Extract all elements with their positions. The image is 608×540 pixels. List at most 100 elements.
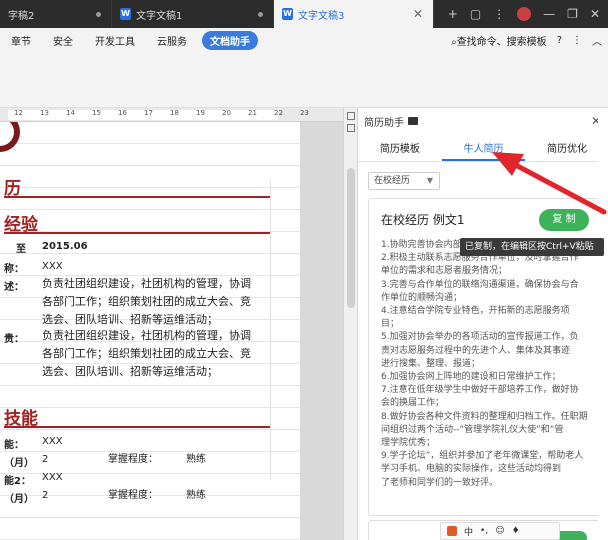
example-line: 3.完善与合作单位的联络沟通渠道，确保协会与合 [381, 279, 579, 290]
example-line: 7.注意在低年级学生中做好干部培养工作，做好协 [381, 385, 579, 396]
window-controls: + ▢ ⋮ — ❐ ✕ [448, 0, 608, 28]
skill-value: XXX [42, 436, 63, 447]
table-divider [270, 180, 271, 480]
ruler-tick: 17 [144, 109, 153, 117]
search-command-label: 查找命令、搜索模板 [456, 36, 547, 48]
category-select[interactable]: 在校经历 ▼ [368, 172, 440, 190]
duty-line: 各部门工作；组织策划社团的成立大会、竞 [42, 347, 251, 360]
new-tab-icon[interactable]: + [448, 7, 458, 21]
more-options-icon[interactable]: ⋮ [572, 35, 582, 46]
input-method-icon[interactable] [447, 526, 457, 536]
example-line: 8.做好协会各种文件资料的整理和归档工作。任职期 [381, 411, 588, 422]
collapse-ribbon-icon[interactable]: ︿ [592, 33, 602, 48]
duration-value: 2 [42, 490, 49, 501]
scroll-top-icon[interactable] [347, 112, 355, 120]
example-line: 9.学子论坛”，组织并参加了老年微课堂，帮助老人 [381, 451, 584, 462]
ruler-tick: 19 [196, 109, 205, 117]
scroll-page-icon[interactable] [347, 124, 355, 132]
scrollbar-thumb[interactable] [347, 168, 355, 308]
degree-value: 熟练 [186, 454, 206, 465]
ruler-tick: 12 [14, 109, 23, 117]
tab-title: 文字文稿1 [136, 10, 183, 22]
ruler-tick: 20 [222, 109, 231, 117]
unsaved-dot-icon [96, 12, 101, 17]
chinese-mode-icon[interactable]: 中 [464, 525, 473, 538]
panel-title: 简历助手 [364, 117, 404, 129]
description-line: 各部门工作；组织策划社团的成立大会、竞 [42, 295, 251, 308]
search-command[interactable]: ⌕查找命令、搜索模板 [451, 33, 547, 48]
description-line: 选会、团队培训、招新等运维活动； [42, 313, 218, 326]
tab-document-1[interactable]: W 文字文稿1 [112, 0, 274, 28]
section-rule [4, 232, 270, 234]
unsaved-dot-icon [258, 12, 263, 17]
tab-document-2[interactable]: 字稿2 [0, 0, 112, 28]
panel-tabs: 简历模板 牛人简历 简历优化 [358, 138, 608, 162]
restore-icon[interactable]: ❐ [567, 7, 578, 21]
tab-resume-templates[interactable]: 简历模板 [358, 138, 442, 161]
tab-document-3[interactable]: W 文字文稿3 ✕ [274, 0, 434, 28]
example-line: 学习手机、电脑的实际操作，这些活动均得到 [381, 464, 562, 475]
document-page[interactable]: 历 经验 至 2015.06 称： XXX 述： 负责社团组织建设，社团机构的管… [0, 122, 300, 540]
floating-input-toolbar[interactable]: 中 •, ☺ ♦ [440, 522, 560, 540]
org-name-value: XXX [42, 261, 63, 272]
panel-edge [598, 108, 608, 540]
duration-label: （月） [4, 494, 34, 505]
example-line: 5.加强对协会举办的各项活动的宣传报道工作，负 [381, 332, 579, 343]
section-rule [4, 426, 270, 428]
voice-icon[interactable]: ♦ [512, 526, 520, 536]
degree-label: 掌握程度： [108, 454, 158, 465]
more-icon[interactable]: ⋮ [493, 7, 505, 21]
skill-label: 能2： [4, 476, 31, 487]
example-line: 间组织过两个活动--“管理学院礼仪大使”和“管 [381, 424, 564, 435]
tab-resume-optimize[interactable]: 简历优化 [525, 138, 608, 161]
menu-document-assistant[interactable]: 文档助手 [202, 30, 258, 50]
ruler-tick: 15 [92, 109, 101, 117]
example-line: 目； [381, 319, 400, 330]
panel-header: 简历助手 ✕ [358, 108, 608, 134]
tab-list-icon[interactable]: ▢ [470, 7, 481, 21]
duty-line: 选会、团队培训、招新等运维活动； [42, 365, 218, 378]
to-label: 至 [16, 244, 26, 255]
menu-chapter[interactable]: 章节 [0, 33, 42, 48]
horizontal-ruler[interactable]: 12 13 14 15 16 17 18 19 20 21 22 23 [0, 108, 343, 122]
skill-label: 能： [4, 440, 24, 451]
example-line: 责对志愿服务过程中的先进个人、集体及其事迹 [381, 345, 571, 356]
menu-developer-tools[interactable]: 开发工具 [84, 33, 146, 48]
section-rule [4, 196, 270, 198]
ruler-tick: 13 [40, 109, 49, 117]
close-window-icon[interactable]: ✕ [590, 7, 600, 21]
tab-title: 字稿2 [8, 10, 35, 22]
help-icon[interactable]: ? [557, 35, 562, 46]
degree-value: 熟练 [186, 490, 206, 501]
duration-value: 2 [42, 454, 49, 465]
example-line: 单位的需求和志愿者服务情况； [381, 266, 508, 277]
degree-label: 掌握程度： [108, 490, 158, 501]
example-text[interactable]: 1.协助完善协会内部 2.积极主动联系志愿服务合作单位，及时掌握合作 单位的需求… [381, 239, 593, 490]
emoji-icon[interactable]: ☺ [495, 526, 504, 536]
punctuation-icon[interactable]: •, [480, 526, 488, 536]
duration-label: （月） [4, 458, 34, 469]
document-scrollbar[interactable] [343, 108, 357, 540]
writer-doc-icon: W [120, 8, 131, 20]
tab-expert-resumes[interactable]: 牛人简历 [441, 138, 526, 161]
minimize-icon[interactable]: — [543, 7, 555, 21]
feedback-icon[interactable] [408, 117, 418, 125]
copy-button[interactable]: 复 制 [539, 209, 589, 231]
writer-doc-icon: W [282, 8, 293, 20]
to-date: 2015.06 [42, 241, 88, 252]
description-line: 负责社团组织建设，社团机构的管理，协调 [42, 277, 251, 290]
ruler-tick: 16 [118, 109, 127, 117]
copied-tooltip: 已复制，在编辑区按Ctrl+V粘贴 [460, 238, 604, 256]
resume-assistant-panel: 简历助手 ✕ 简历模板 牛人简历 简历优化 在校经历 ▼ 在校经历 例文1 复 … [357, 108, 608, 540]
example-line: 理学院优秀； [381, 438, 436, 449]
duty-label: 贵： [4, 334, 24, 345]
close-tab-icon[interactable]: ✕ [413, 7, 423, 21]
menu-cloud-service[interactable]: 云服务 [146, 33, 198, 48]
document-canvas[interactable]: 历 经验 至 2015.06 称： XXX 述： 负责社团组织建设，社团机构的管… [0, 122, 343, 540]
ruler-tick: 18 [170, 109, 179, 117]
menu-security[interactable]: 安全 [42, 33, 84, 48]
example-title: 在校经历 例文1 [381, 213, 465, 227]
ruler-tick: 22 [274, 109, 283, 117]
avatar[interactable] [517, 7, 532, 21]
description-label: 述： [4, 282, 24, 293]
